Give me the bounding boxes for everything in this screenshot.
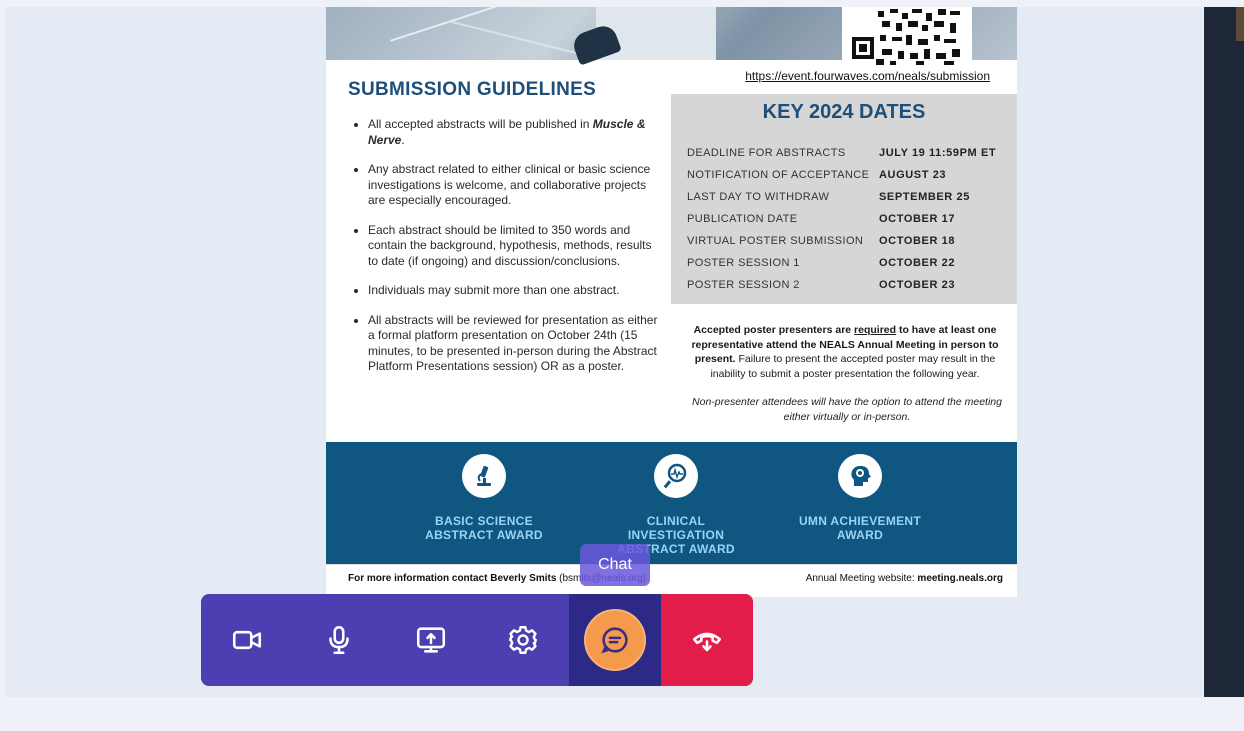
- award-umn: UMN ACHIEVEMENT AWARD: [780, 454, 940, 542]
- chat-bubble-icon: [601, 627, 628, 654]
- awards-band: BASIC SCIENCE ABSTRACT AWARD CLINICAL IN…: [326, 442, 1017, 564]
- microphone-icon: [329, 625, 349, 655]
- microphone-button[interactable]: [293, 594, 385, 686]
- screen-share-icon: [416, 627, 446, 653]
- camera-button[interactable]: [201, 594, 293, 686]
- participant-thumbnail: [1236, 7, 1244, 41]
- date-label: NOTIFICATION OF ACCEPTANCE: [687, 169, 870, 181]
- date-label: VIRTUAL POSTER SUBMISSION: [687, 235, 864, 247]
- submission-link[interactable]: https://event.fourwaves.com/neals/submis…: [730, 69, 990, 83]
- participant-panel-edge: [1204, 7, 1244, 697]
- meeting-website: Annual Meeting website: meeting.neals.or…: [805, 573, 1003, 584]
- guideline-item: Each abstract should be limited to 350 w…: [368, 223, 660, 270]
- chat-tooltip: Chat: [580, 544, 650, 586]
- video-camera-icon: [232, 630, 262, 650]
- magnifier-icon: [654, 454, 698, 498]
- date-label: DEADLINE FOR ABSTRACTS: [687, 147, 846, 159]
- date-label: LAST DAY TO WITHDRAW: [687, 191, 830, 203]
- date-value: SEPTEMBER 25: [879, 191, 970, 203]
- guideline-item: Individuals may submit more than one abs…: [368, 283, 660, 299]
- date-value: JULY 19 11:59PM ET: [879, 147, 997, 159]
- chat-button[interactable]: [569, 594, 661, 686]
- date-value: OCTOBER 22: [879, 257, 956, 269]
- guideline-item: Any abstract related to either clinical …: [368, 162, 660, 209]
- microscope-icon: [462, 454, 506, 498]
- hang-up-icon: [692, 632, 722, 652]
- date-value: OCTOBER 17: [879, 213, 956, 225]
- date-value: OCTOBER 23: [879, 279, 956, 291]
- settings-button[interactable]: [477, 594, 569, 686]
- qr-code: [842, 7, 972, 67]
- chat-highlight: [584, 609, 646, 671]
- date-value: AUGUST 23: [879, 169, 947, 181]
- guidelines-heading: SUBMISSION GUIDELINES: [348, 79, 597, 100]
- poster-footer: For more information contact Beverly Smi…: [326, 564, 1017, 597]
- award-basic-science: BASIC SCIENCE ABSTRACT AWARD: [404, 454, 564, 542]
- gear-icon: [509, 626, 537, 654]
- presenter-notice: Accepted poster presenters are required …: [691, 324, 999, 380]
- guideline-item: All abstracts will be reviewed for prese…: [368, 313, 660, 375]
- date-label: POSTER SESSION 1: [687, 257, 800, 269]
- guidelines-list: All accepted abstracts will be published…: [352, 117, 660, 389]
- meeting-toolbar: [201, 594, 753, 686]
- date-label: POSTER SESSION 2: [687, 279, 800, 291]
- key-dates-heading: KEY 2024 DATES: [762, 101, 926, 123]
- guideline-item: All accepted abstracts will be published…: [368, 117, 660, 148]
- award-clinical: CLINICAL INVESTIGATION ABSTRACT AWARD: [596, 454, 756, 556]
- date-value: OCTOBER 18: [879, 235, 956, 247]
- date-label: PUBLICATION DATE: [687, 213, 798, 225]
- attendance-note: Non-presenter attendees will have the op…: [692, 396, 1002, 423]
- leave-call-button[interactable]: [661, 594, 753, 686]
- share-screen-button[interactable]: [385, 594, 477, 686]
- key-dates-panel: KEY 2024 DATES DEADLINE FOR ABSTRACTS JU…: [671, 94, 1017, 304]
- award-label: UMN ACHIEVEMENT AWARD: [798, 514, 922, 542]
- shared-poster: https://event.fourwaves.com/neals/submis…: [326, 7, 1017, 597]
- award-label: BASIC SCIENCE ABSTRACT AWARD: [425, 514, 543, 542]
- brain-head-icon: [838, 454, 882, 498]
